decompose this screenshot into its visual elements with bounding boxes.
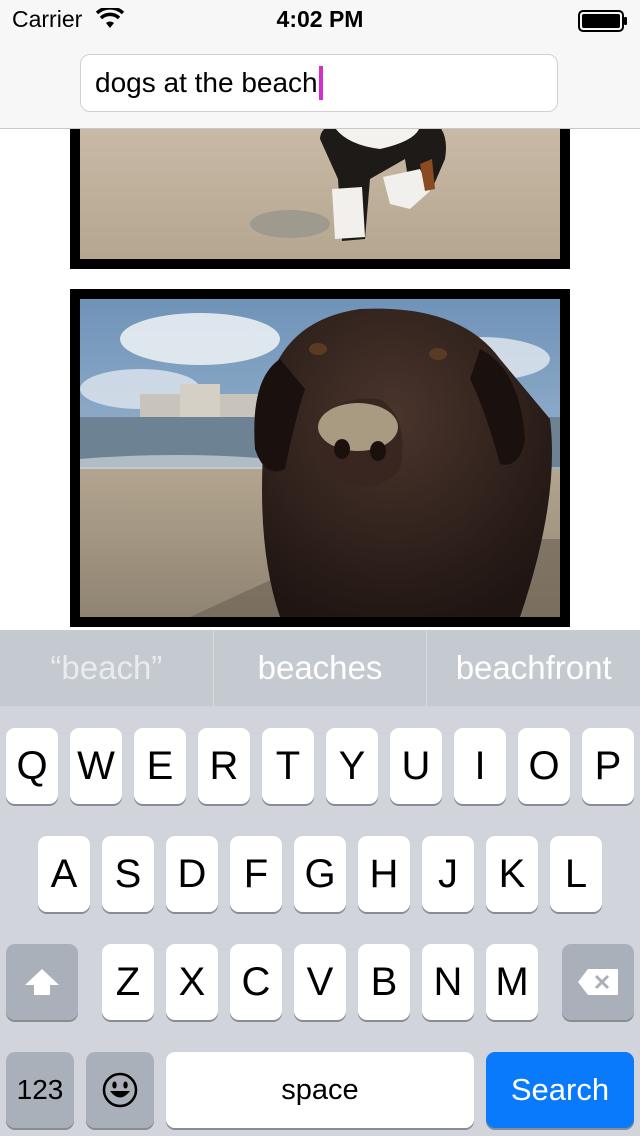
suggestion-item[interactable]: “beach” <box>0 630 214 706</box>
suggestion-item[interactable]: beachfront <box>427 630 640 706</box>
key-s[interactable]: S <box>102 836 154 912</box>
shift-key[interactable] <box>6 944 78 1020</box>
key-f[interactable]: F <box>230 836 282 912</box>
keyboard: “beach” beaches beachfront Q W E R T Y U… <box>0 630 640 1136</box>
key-w[interactable]: W <box>70 728 122 804</box>
key-t[interactable]: T <box>262 728 314 804</box>
key-y[interactable]: Y <box>326 728 378 804</box>
photo-dog-sandy-nose <box>80 299 560 617</box>
results-list[interactable] <box>0 129 640 630</box>
emoji-key[interactable] <box>86 1052 154 1128</box>
backspace-icon <box>578 969 618 995</box>
key-j[interactable]: J <box>422 836 474 912</box>
emoji-icon <box>102 1072 138 1108</box>
key-g[interactable]: G <box>294 836 346 912</box>
result-photo-card[interactable] <box>70 289 570 627</box>
key-c[interactable]: C <box>230 944 282 1020</box>
key-l[interactable]: L <box>550 836 602 912</box>
key-n[interactable]: N <box>422 944 474 1020</box>
numbers-key[interactable]: 123 <box>6 1052 74 1128</box>
key-b[interactable]: B <box>358 944 410 1020</box>
delete-key[interactable] <box>562 944 634 1020</box>
key-h[interactable]: H <box>358 836 410 912</box>
key-i[interactable]: I <box>454 728 506 804</box>
key-e[interactable]: E <box>134 728 186 804</box>
key-d[interactable]: D <box>166 836 218 912</box>
key-q[interactable]: Q <box>6 728 58 804</box>
shift-icon <box>25 969 59 995</box>
key-r[interactable]: R <box>198 728 250 804</box>
key-k[interactable]: K <box>486 836 538 912</box>
search-key[interactable]: Search <box>486 1052 634 1128</box>
key-m[interactable]: M <box>486 944 538 1020</box>
search-input-text: dogs at the beach <box>95 67 318 98</box>
battery-icon <box>578 10 628 37</box>
result-photo-card[interactable] <box>70 129 570 269</box>
clock-time: 4:02 PM <box>276 6 364 32</box>
key-v[interactable]: V <box>294 944 346 1020</box>
search-input[interactable]: dogs at the beach <box>80 54 558 112</box>
search-header: dogs at the beach <box>0 40 640 129</box>
text-caret <box>318 66 323 100</box>
photo-dog-walking <box>80 129 560 259</box>
key-a[interactable]: A <box>38 836 90 912</box>
key-x[interactable]: X <box>166 944 218 1020</box>
key-p[interactable]: P <box>582 728 634 804</box>
status-bar: Carrier 4:02 PM <box>0 0 640 40</box>
space-key[interactable]: space <box>166 1052 474 1128</box>
suggestion-item[interactable]: beaches <box>214 630 428 706</box>
key-u[interactable]: U <box>390 728 442 804</box>
key-z[interactable]: Z <box>102 944 154 1020</box>
key-o[interactable]: O <box>518 728 570 804</box>
predictive-bar: “beach” beaches beachfront <box>0 630 640 706</box>
